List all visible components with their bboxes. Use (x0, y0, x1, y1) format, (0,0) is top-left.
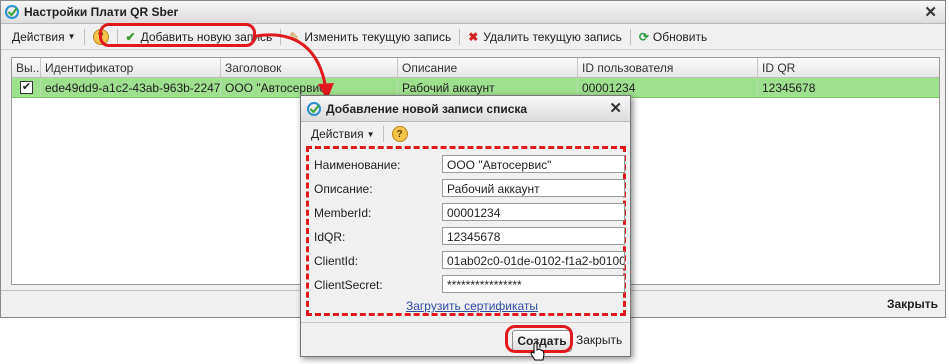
delete-x-icon: ✖ (468, 29, 479, 44)
field-label: ClientSecret: (314, 278, 383, 292)
dialog-bottom-bar: Создать Закрыть (301, 322, 630, 356)
add-record-dialog: Добавление новой записи списка ✕ Действи… (300, 95, 631, 357)
dialog-title-bar: Добавление новой записи списка (301, 96, 630, 122)
dialog-actions-label: Действия (311, 127, 364, 141)
column-header[interactable]: Вы... (12, 58, 41, 77)
column-header[interactable]: ID QR (758, 58, 937, 77)
cell-qr-id: 12345678 (762, 81, 816, 95)
main-title-bar: Настройки Плати QR Sber (1, 1, 945, 24)
refresh-icon: ⟳ (638, 29, 649, 44)
idqr-input[interactable]: 12345678 (442, 227, 625, 245)
actions-label: Действия (12, 29, 65, 44)
main-title: Настройки Плати QR Sber (24, 5, 179, 19)
dialog-help-button[interactable]: ? (387, 124, 413, 144)
description-input[interactable]: Рабочий аккаунт (442, 179, 625, 197)
dialog-title: Добавление новой записи списка (326, 101, 528, 116)
field-label: MemberId: (314, 206, 372, 220)
dialog-toolbar: Действия ▼ ? (301, 122, 630, 146)
row-select-cell[interactable]: ✔ (12, 78, 41, 97)
field-label: ClientId: (314, 254, 359, 268)
field-row-clientid: ClientId: 01ab02c0-01de-0102-f1a2-b0100d… (314, 251, 625, 269)
dialog-actions-menu[interactable]: Действия ▼ (306, 124, 380, 144)
toolbar-divider (459, 28, 461, 45)
field-label: Наименование: (314, 158, 401, 172)
column-header[interactable]: ID пользователя (578, 58, 758, 77)
field-row-memberid: MemberId: 00001234 (314, 203, 625, 221)
field-row-description: Описание: Рабочий аккаунт (314, 179, 625, 197)
help-icon: ? (391, 126, 408, 142)
column-header[interactable]: Идентификатор (41, 58, 221, 77)
delete-record-button[interactable]: ✖ Удалить текущую запись (463, 27, 627, 47)
field-row-idqr: IdQR: 12345678 (314, 227, 625, 245)
column-header[interactable]: Описание (398, 58, 578, 77)
field-row-clientsecret: ClientSecret: **************** (314, 275, 625, 293)
memberid-input[interactable]: 00001234 (442, 203, 625, 221)
actions-menu[interactable]: Действия ▼ (7, 27, 81, 47)
field-row-name: Наименование: ООО "Автосервис" (314, 155, 625, 173)
chevron-down-icon: ▼ (67, 32, 76, 41)
clientsecret-input[interactable]: **************** (442, 275, 625, 293)
clientid-input[interactable]: 01ab02c0-01de-0102-f1a2-b0100d0 (442, 251, 625, 269)
load-certificates-link[interactable]: Загрузить сертификаты (406, 299, 538, 313)
toolbar-divider (83, 28, 85, 45)
hand-cursor-icon (530, 342, 545, 361)
checkbox-icon[interactable]: ✔ (20, 81, 33, 94)
qr-logo-icon (5, 5, 19, 19)
chevron-down-icon: ▼ (366, 129, 375, 139)
qr-logo-icon (307, 101, 321, 116)
cell-id: ede49dd9-a1c2-43ab-963b-22478... (41, 78, 221, 97)
dialog-form: Наименование: ООО "Автосервис" Описание:… (306, 146, 626, 316)
field-label: IdQR: (314, 230, 346, 244)
main-close-button[interactable]: Закрыть (887, 297, 938, 311)
close-icon[interactable]: ✕ (924, 3, 937, 21)
dialog-close-button[interactable]: Закрыть (576, 333, 622, 347)
close-icon[interactable]: ✕ (609, 99, 622, 117)
name-input[interactable]: ООО "Автосервис" (442, 155, 625, 173)
table-header: Вы... Идентификатор Заголовок Описание I… (12, 58, 939, 78)
add-button-highlight (99, 23, 256, 47)
delete-record-label: Удалить текущую запись (483, 29, 622, 44)
toolbar-divider (629, 28, 631, 45)
field-label: Описание: (314, 182, 373, 196)
refresh-label: Обновить (652, 29, 708, 44)
refresh-button[interactable]: ⟳ Обновить (634, 27, 712, 47)
toolbar-divider (382, 126, 384, 142)
